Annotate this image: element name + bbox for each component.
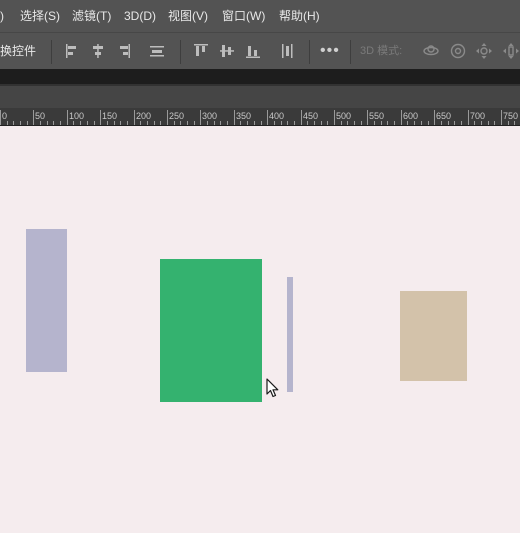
lavender-rect-left[interactable] <box>26 229 67 372</box>
ruler-tick-label: 150 <box>102 111 117 121</box>
ruler-scale: 0 50 100 150 200 250 300 350 400 450 500 550 600 650 7… <box>0 110 518 125</box>
menu-item-3d[interactable]: 3D(D) <box>124 0 156 32</box>
align-horizontal-center-icon[interactable] <box>89 42 107 60</box>
document-canvas[interactable] <box>0 126 520 533</box>
ruler-tick-label: 650 <box>436 111 451 121</box>
distribute-vertical-icon[interactable] <box>278 42 296 60</box>
align-left-icon[interactable] <box>64 42 82 60</box>
separator <box>51 40 52 64</box>
ruler-tick-label: 700 <box>470 111 485 121</box>
ruler-tick-label: 300 <box>202 111 217 121</box>
align-top-icon[interactable] <box>192 42 210 60</box>
ruler-tick-label: 250 <box>169 111 184 121</box>
ruler-tick-label: 50 <box>35 111 45 121</box>
separator <box>350 40 351 64</box>
3d-mode-label: 3D 模式: <box>360 45 403 57</box>
transform-controls-label[interactable]: 换控件 <box>0 33 36 70</box>
ruler-tick-label: 0 <box>2 111 7 121</box>
mouse-cursor-icon <box>266 378 279 398</box>
options-bar: 换控件 ••• 3D 模式: <box>0 32 520 69</box>
slide-3d-icon[interactable] <box>502 42 520 60</box>
orbit-3d-icon[interactable] <box>422 42 440 60</box>
menu-item-window[interactable]: 窗口(W) <box>222 0 265 32</box>
horizontal-ruler[interactable]: 0 50 100 150 200 250 300 350 400 450 500 550 600 650 7… <box>0 108 520 126</box>
ruler-tick-label: 600 <box>403 111 418 121</box>
ruler-tick-label: 750 <box>503 111 518 121</box>
separator <box>309 40 310 64</box>
menu-item-filter[interactable]: 滤镜(T) <box>72 0 111 32</box>
menu-bar: ) 选择(S) 滤镜(T) 3D(D) 视图(V) 窗口(W) 帮助(H) <box>0 0 520 32</box>
separator <box>180 40 181 64</box>
align-right-icon[interactable] <box>114 42 132 60</box>
ruler-tick-label: 350 <box>236 111 251 121</box>
ruler-tick-label: 500 <box>336 111 351 121</box>
document-tab-bar <box>0 86 520 108</box>
document-tab-strip <box>0 69 520 84</box>
lavender-bar-thin[interactable] <box>287 277 293 392</box>
green-rect[interactable] <box>160 259 262 402</box>
menu-item-partial[interactable]: ) <box>0 0 4 32</box>
ruler-tick-label: 100 <box>69 111 84 121</box>
align-bottom-icon[interactable] <box>244 42 262 60</box>
roll-3d-icon[interactable] <box>449 42 467 60</box>
distribute-horizontal-icon[interactable] <box>148 42 166 60</box>
more-options-button[interactable]: ••• <box>320 33 340 70</box>
ruler-tick-label: 400 <box>269 111 284 121</box>
menu-item-view[interactable]: 视图(V) <box>168 0 208 32</box>
pan-3d-icon[interactable] <box>475 42 493 60</box>
ruler-tick-label: 450 <box>303 111 318 121</box>
tan-rect[interactable] <box>400 291 467 381</box>
ruler-tick-label: 550 <box>369 111 384 121</box>
ruler-tick-label: 200 <box>136 111 151 121</box>
align-vertical-center-icon[interactable] <box>218 42 236 60</box>
menu-item-help[interactable]: 帮助(H) <box>279 0 320 32</box>
menu-item-select[interactable]: 选择(S) <box>20 0 60 32</box>
